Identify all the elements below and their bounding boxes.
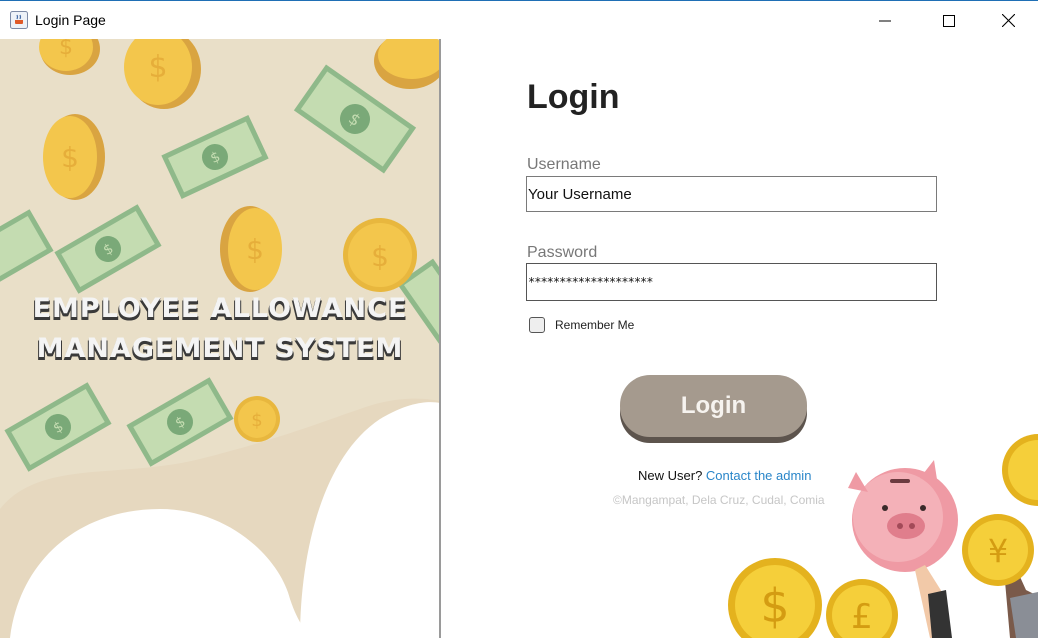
new-user-text: New User?: [638, 468, 703, 483]
maximize-button[interactable]: [926, 1, 972, 40]
piggy-bank-illustration: ¥ $ £: [728, 434, 1038, 638]
login-heading: Login: [527, 78, 620, 116]
svg-text:$: $: [251, 410, 262, 431]
close-button[interactable]: [985, 1, 1031, 40]
coin-icon: [1002, 434, 1038, 506]
yen-coin-icon: ¥: [962, 514, 1034, 586]
system-title-line1: EMPLOYEE ALLOWANCE: [32, 293, 408, 324]
svg-text:$: $: [148, 50, 167, 85]
piggy-bank-icon: [848, 460, 958, 572]
window-title: Login Page: [35, 12, 106, 28]
svg-text:$: $: [59, 39, 73, 60]
minimize-button[interactable]: [862, 1, 908, 40]
remember-me-label: Remember Me: [555, 318, 635, 332]
password-field[interactable]: ********************: [526, 263, 937, 301]
username-value: Your Username: [528, 185, 632, 203]
coin-icon: $: [343, 218, 417, 292]
username-field[interactable]: Your Username: [526, 176, 937, 212]
remember-me-checkbox[interactable]: [529, 317, 545, 333]
close-icon: [1001, 14, 1015, 27]
coin-icon: $: [220, 206, 282, 292]
system-title: EMPLOYEE ALLOWANCE MANAGEMENT SYSTEM: [0, 289, 440, 369]
minimize-icon: [879, 20, 891, 21]
dollar-coin-icon: $: [728, 558, 822, 638]
title-bar: Login Page: [0, 0, 1038, 39]
svg-text:$: $: [760, 579, 789, 633]
svg-text:$: $: [371, 240, 389, 273]
password-label: Password: [527, 244, 598, 261]
maximize-icon: [943, 14, 955, 27]
coin-icon: $: [234, 396, 280, 442]
panel-divider: [439, 39, 441, 638]
illustration-panel: $ $ $ $ $ $ $ $ $ $ $ EMPLOYEE ALLOWANCE…: [0, 39, 440, 638]
coin-icon: $: [43, 114, 105, 200]
java-icon: [10, 11, 28, 29]
svg-text:$: $: [61, 141, 79, 174]
remember-me[interactable]: Remember Me: [529, 317, 634, 333]
pound-coin-icon: £: [826, 579, 898, 638]
password-value: ********************: [528, 275, 653, 289]
username-label: Username: [527, 156, 601, 173]
svg-text:¥: ¥: [988, 532, 1008, 570]
svg-text:$: $: [246, 233, 264, 266]
svg-text:£: £: [851, 597, 873, 637]
system-title-line2: MANAGEMENT SYSTEM: [36, 333, 404, 364]
